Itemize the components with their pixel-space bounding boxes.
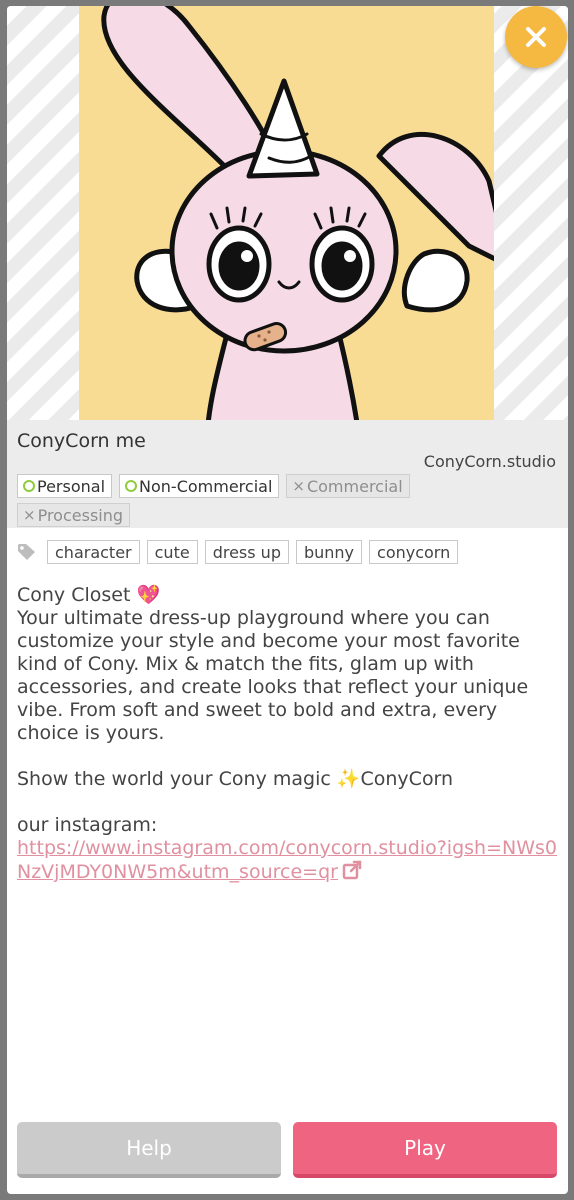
- close-button[interactable]: [505, 6, 567, 68]
- license-row: × Processing: [17, 503, 562, 527]
- description: Cony Closet 💖 Your ultimate dress-up pla…: [17, 584, 557, 886]
- circle-icon: [125, 480, 138, 492]
- cross-mark: ×: [292, 477, 305, 495]
- tag-dress-up[interactable]: dress up: [204, 540, 289, 564]
- tag-icon: [17, 543, 37, 561]
- external-link-icon[interactable]: [342, 860, 362, 886]
- license-processing: × Processing: [17, 503, 131, 527]
- item-detail-card: ConyCorn me ConyCorn.studio Personal Non…: [7, 6, 568, 1194]
- tag-character[interactable]: character: [47, 540, 140, 564]
- description-tagline: Show the world your Cony magic ✨ConyCorn: [17, 768, 454, 790]
- close-icon: [526, 27, 546, 47]
- description-instagram-label: our instagram:: [17, 814, 158, 836]
- license-non-commercial: Non-Commercial: [119, 474, 280, 498]
- preview-area: [7, 6, 568, 420]
- description-body: Your ultimate dress-up playground where …: [17, 607, 529, 744]
- item-info-panel: ConyCorn me ConyCorn.studio Personal Non…: [7, 420, 568, 528]
- item-title: ConyCorn me: [17, 430, 146, 452]
- instagram-link[interactable]: https://www.instagram.com/conycorn.studi…: [17, 837, 557, 883]
- tag-list: character cute dress up bunny conycorn: [17, 540, 459, 564]
- tag-bunny[interactable]: bunny: [295, 540, 363, 564]
- tag-conycorn[interactable]: conycorn: [369, 540, 459, 564]
- thumbnail-image: [79, 6, 494, 420]
- license-personal: Personal: [17, 474, 113, 498]
- license-commercial: × Commercial: [286, 474, 410, 498]
- description-heading: Cony Closet 💖: [17, 584, 161, 606]
- circle-icon: [23, 480, 35, 492]
- instagram-link-wrap: https://www.instagram.com/conycorn.studi…: [17, 837, 557, 886]
- help-button[interactable]: Help: [17, 1122, 281, 1178]
- author-name: ConyCorn.studio: [423, 452, 556, 471]
- tag-cute[interactable]: cute: [146, 540, 198, 564]
- play-button[interactable]: Play: [293, 1122, 557, 1178]
- cross-mark: ×: [23, 506, 36, 524]
- license-row: Personal Non-Commercial × Commercial: [17, 474, 562, 498]
